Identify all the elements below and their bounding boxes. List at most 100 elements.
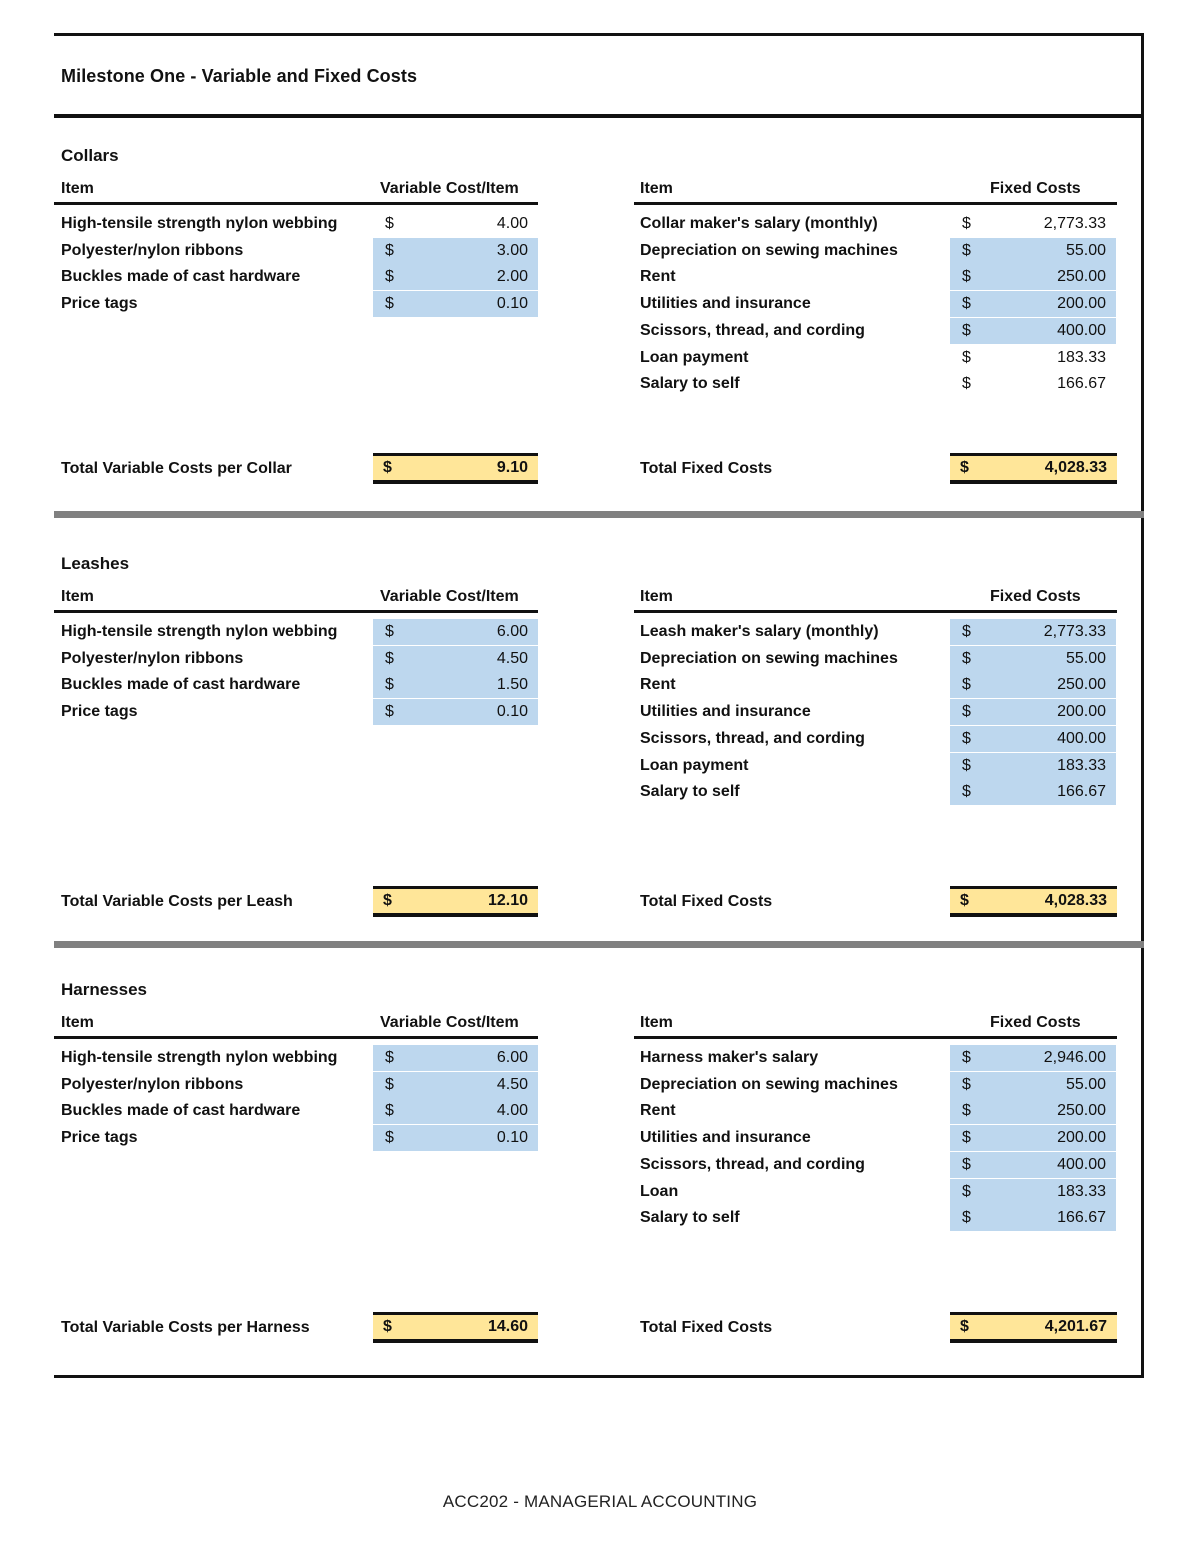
total-fixed-cell[interactable]: $4,201.67: [950, 1312, 1117, 1343]
cost-cell[interactable]: $0.10: [373, 1125, 538, 1152]
currency-symbol: $: [962, 1182, 971, 1200]
total-variable-cell[interactable]: $14.60: [373, 1312, 538, 1343]
fixed-item-header: Item: [640, 588, 673, 605]
section-separator: [54, 941, 1144, 948]
cost-cell[interactable]: $6.00: [373, 1045, 538, 1071]
total-variable-cell[interactable]: $9.10: [373, 453, 538, 484]
cost-cell[interactable]: $1.50: [373, 672, 538, 699]
cost-cell[interactable]: $2,946.00: [950, 1045, 1116, 1071]
frame-bottom-border: [54, 1375, 1144, 1378]
currency-symbol: $: [962, 649, 971, 667]
fixed-cost-row: Scissors, thread, and cording $400.00: [640, 317, 1117, 344]
cost-cell[interactable]: $2,773.33: [950, 211, 1116, 237]
cost-cell[interactable]: $0.10: [373, 291, 538, 318]
cost-cell[interactable]: $166.67: [950, 1205, 1116, 1232]
cost-cell[interactable]: $400.00: [950, 1151, 1116, 1178]
variable-cost-row: High-tensile strength nylon webbing $6.00: [61, 1045, 538, 1071]
cost-cell[interactable]: $250.00: [950, 1098, 1116, 1125]
cost-value: 4.00: [496, 1102, 528, 1120]
cost-cell[interactable]: $4.00: [373, 1098, 538, 1125]
total-fixed-value: 4,028.33: [1044, 892, 1107, 909]
total-fixed-cell[interactable]: $4,028.33: [950, 886, 1117, 917]
cost-value: 3.00: [496, 241, 528, 259]
item-label: Utilities and insurance: [640, 703, 811, 721]
total-variable-value: 9.10: [496, 459, 528, 476]
fixed-cost-row: Rent $250.00: [640, 264, 1117, 291]
item-label: Scissors, thread, and cording: [640, 729, 865, 747]
item-label: Buckles made of cast hardware: [61, 1102, 301, 1120]
cost-value: 400.00: [1057, 321, 1106, 339]
item-label: Salary to self: [640, 375, 740, 393]
cost-value: 0.10: [496, 295, 528, 313]
cost-cell[interactable]: $250.00: [950, 264, 1116, 291]
cost-cell[interactable]: $400.00: [950, 317, 1116, 344]
cost-cell[interactable]: $3.00: [373, 237, 538, 264]
cost-value: 250.00: [1057, 268, 1106, 286]
currency-symbol: $: [962, 215, 971, 232]
item-label: Depreciation on sewing machines: [640, 649, 898, 667]
total-fixed-cell[interactable]: $4,028.33: [950, 453, 1117, 484]
fixed-cost-row: Salary to self $166.67: [640, 779, 1117, 806]
cost-cell[interactable]: $2,773.33: [950, 619, 1116, 645]
item-label: Rent: [640, 268, 676, 286]
currency-symbol: $: [962, 375, 971, 393]
item-label: High-tensile strength nylon webbing: [61, 1049, 338, 1066]
cost-value: 2.00: [496, 268, 528, 286]
total-variable-cell[interactable]: $12.10: [373, 886, 538, 917]
currency-symbol: $: [962, 1075, 971, 1093]
currency-symbol: $: [962, 729, 971, 747]
variable-cost-header: Variable Cost/Item: [380, 1014, 519, 1031]
cost-cell[interactable]: $166.67: [950, 779, 1116, 806]
item-label: Leash maker's salary (monthly): [640, 623, 879, 640]
currency-symbol: $: [962, 268, 971, 286]
cost-cell[interactable]: $6.00: [373, 619, 538, 645]
variable-cost-row: Buckles made of cast hardware $2.00: [61, 264, 538, 291]
title-divider: [54, 114, 1144, 118]
cost-cell[interactable]: $2.00: [373, 264, 538, 291]
frame-top-border: [54, 33, 1144, 36]
currency-symbol: $: [385, 268, 394, 286]
cost-value: 250.00: [1057, 1102, 1106, 1120]
item-label: Salary to self: [640, 783, 740, 801]
cost-cell[interactable]: $4.50: [373, 645, 538, 672]
fixed-cost-row: Loan $183.33: [640, 1178, 1117, 1205]
variable-cost-row: High-tensile strength nylon webbing $4.00: [61, 211, 538, 237]
cost-value: 55.00: [1065, 1075, 1106, 1093]
total-variable-value: 14.60: [487, 1318, 528, 1335]
cost-cell[interactable]: $200.00: [950, 1125, 1116, 1152]
cost-cell[interactable]: $400.00: [950, 725, 1116, 752]
cost-cell[interactable]: $183.33: [950, 345, 1116, 371]
currency-symbol: $: [385, 215, 394, 232]
currency-symbol: $: [960, 892, 969, 909]
item-label: Utilities and insurance: [640, 295, 811, 313]
cost-cell[interactable]: $55.00: [950, 645, 1116, 672]
cost-cell[interactable]: $55.00: [950, 237, 1116, 264]
cost-cell[interactable]: $250.00: [950, 672, 1116, 699]
item-label: Scissors, thread, and cording: [640, 1155, 865, 1173]
currency-symbol: $: [962, 348, 971, 366]
currency-symbol: $: [385, 623, 394, 640]
cost-value: 166.67: [1057, 1209, 1106, 1227]
currency-symbol: $: [962, 783, 971, 801]
cost-cell[interactable]: $4.00: [373, 211, 538, 237]
cost-value: 250.00: [1057, 676, 1106, 694]
cost-cell[interactable]: $200.00: [950, 699, 1116, 726]
section-title: Harnesses: [61, 980, 148, 999]
cost-cell[interactable]: $55.00: [950, 1071, 1116, 1098]
item-label: Price tags: [61, 703, 138, 721]
cost-cell[interactable]: $166.67: [950, 371, 1116, 397]
cost-cell[interactable]: $183.33: [950, 1178, 1116, 1205]
fixed-header-rule: [634, 1036, 1117, 1039]
cost-value: 183.33: [1057, 348, 1106, 366]
frame-right-border: [1141, 33, 1144, 1378]
currency-symbol: $: [960, 1318, 969, 1335]
currency-symbol: $: [960, 459, 969, 476]
fixed-cost-row: Depreciation on sewing machines $55.00: [640, 645, 1117, 672]
cost-cell[interactable]: $183.33: [950, 752, 1116, 779]
cost-cell[interactable]: $4.50: [373, 1071, 538, 1098]
item-label: Utilities and insurance: [640, 1129, 811, 1147]
currency-symbol: $: [383, 892, 392, 909]
cost-value: 4.50: [496, 649, 528, 667]
cost-cell[interactable]: $0.10: [373, 699, 538, 726]
cost-cell[interactable]: $200.00: [950, 291, 1116, 318]
